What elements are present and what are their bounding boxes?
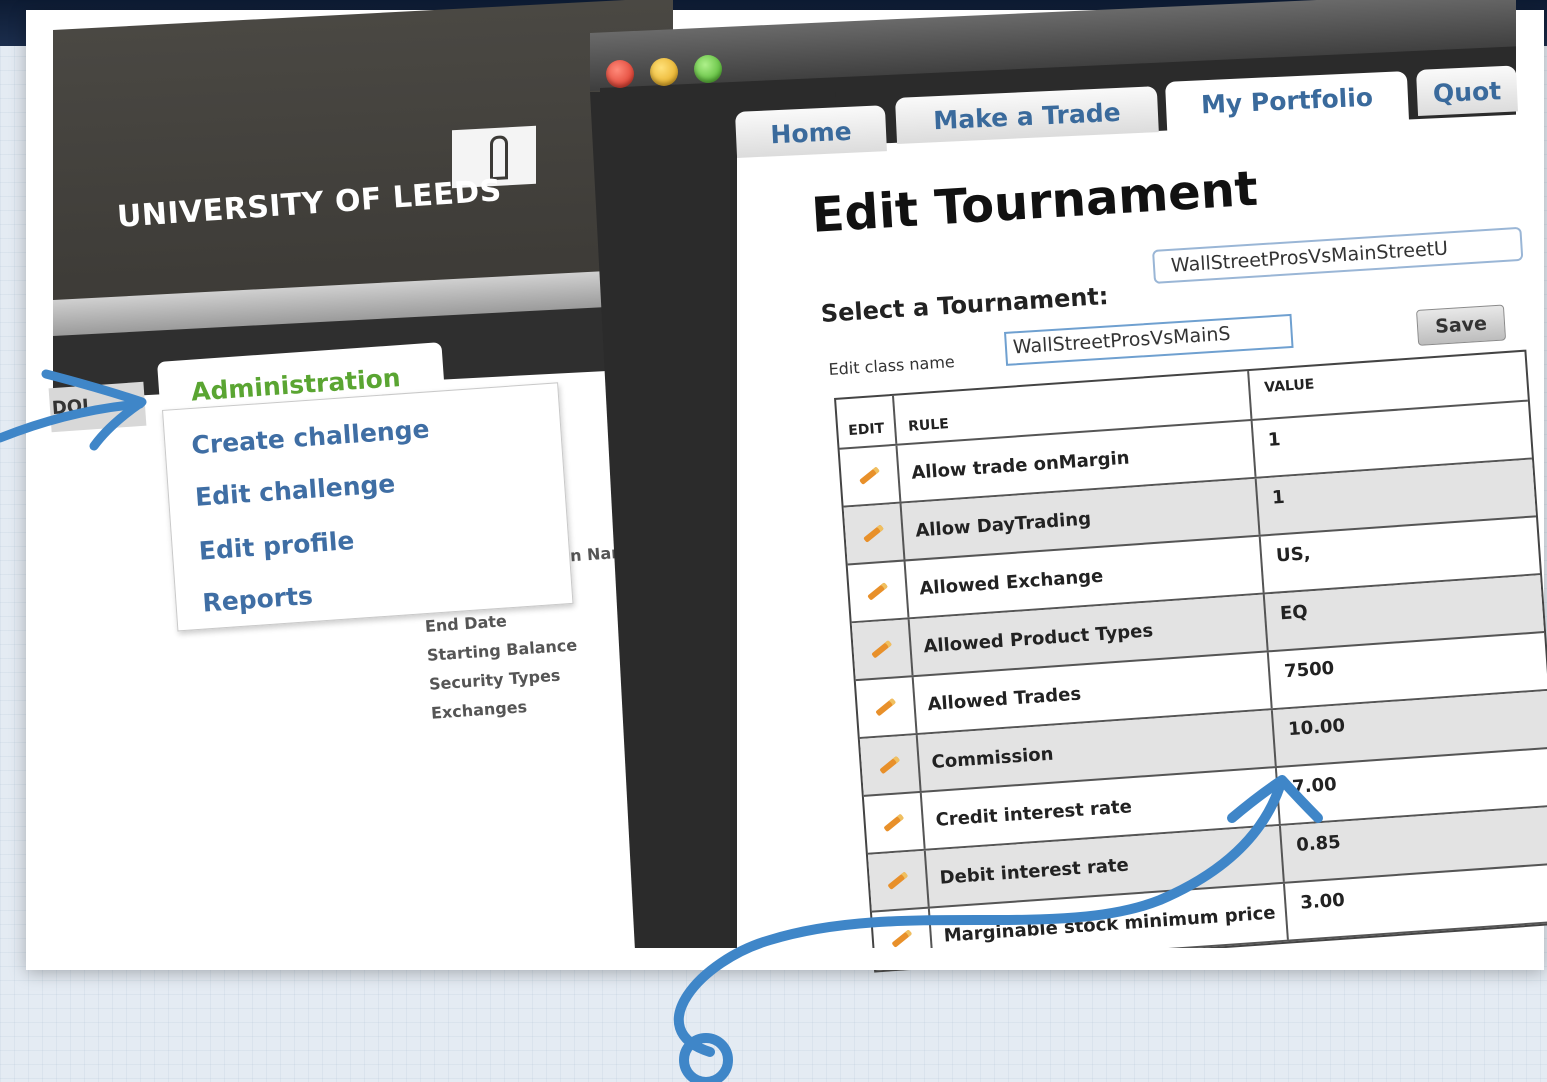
- pencil-icon: [859, 466, 880, 485]
- card-bottom-edge: [26, 948, 1544, 970]
- pencil-icon: [883, 813, 905, 833]
- pencil-icon: [871, 640, 893, 659]
- edit-row-button[interactable]: [847, 561, 910, 622]
- tournament-select[interactable]: WallStreetProsVsMainStreetU: [1152, 226, 1524, 284]
- select-tournament-label: Select a Tournament:: [820, 281, 1110, 328]
- edit-row-button[interactable]: [851, 619, 914, 680]
- edit-tournament-form: Edit Tournament Select a Tournament: Wal…: [0, 0, 1547, 1082]
- page-title: Edit Tournament: [810, 160, 1260, 244]
- pencil-icon: [887, 871, 909, 890]
- class-name-label: Edit class name: [828, 352, 956, 379]
- pencil-icon: [875, 697, 897, 717]
- edit-row-button[interactable]: [855, 677, 918, 738]
- edit-row-button[interactable]: [867, 850, 930, 911]
- pencil-icon: [867, 582, 889, 601]
- edit-row-button[interactable]: [839, 445, 902, 506]
- column-header-edit: EDIT: [836, 395, 898, 448]
- pencil-icon: [891, 929, 913, 948]
- edit-row-button[interactable]: [859, 734, 922, 795]
- class-name-input[interactable]: WallStreetProsVsMainS: [1004, 313, 1294, 366]
- pencil-icon: [863, 524, 884, 543]
- save-button[interactable]: Save: [1416, 304, 1507, 346]
- pencil-icon: [879, 755, 901, 775]
- edit-row-button[interactable]: [863, 792, 926, 853]
- rules-table: EDIT RULE VALUE Allow trade onMargin 1 A…: [834, 349, 1547, 973]
- edit-row-button[interactable]: [843, 503, 906, 564]
